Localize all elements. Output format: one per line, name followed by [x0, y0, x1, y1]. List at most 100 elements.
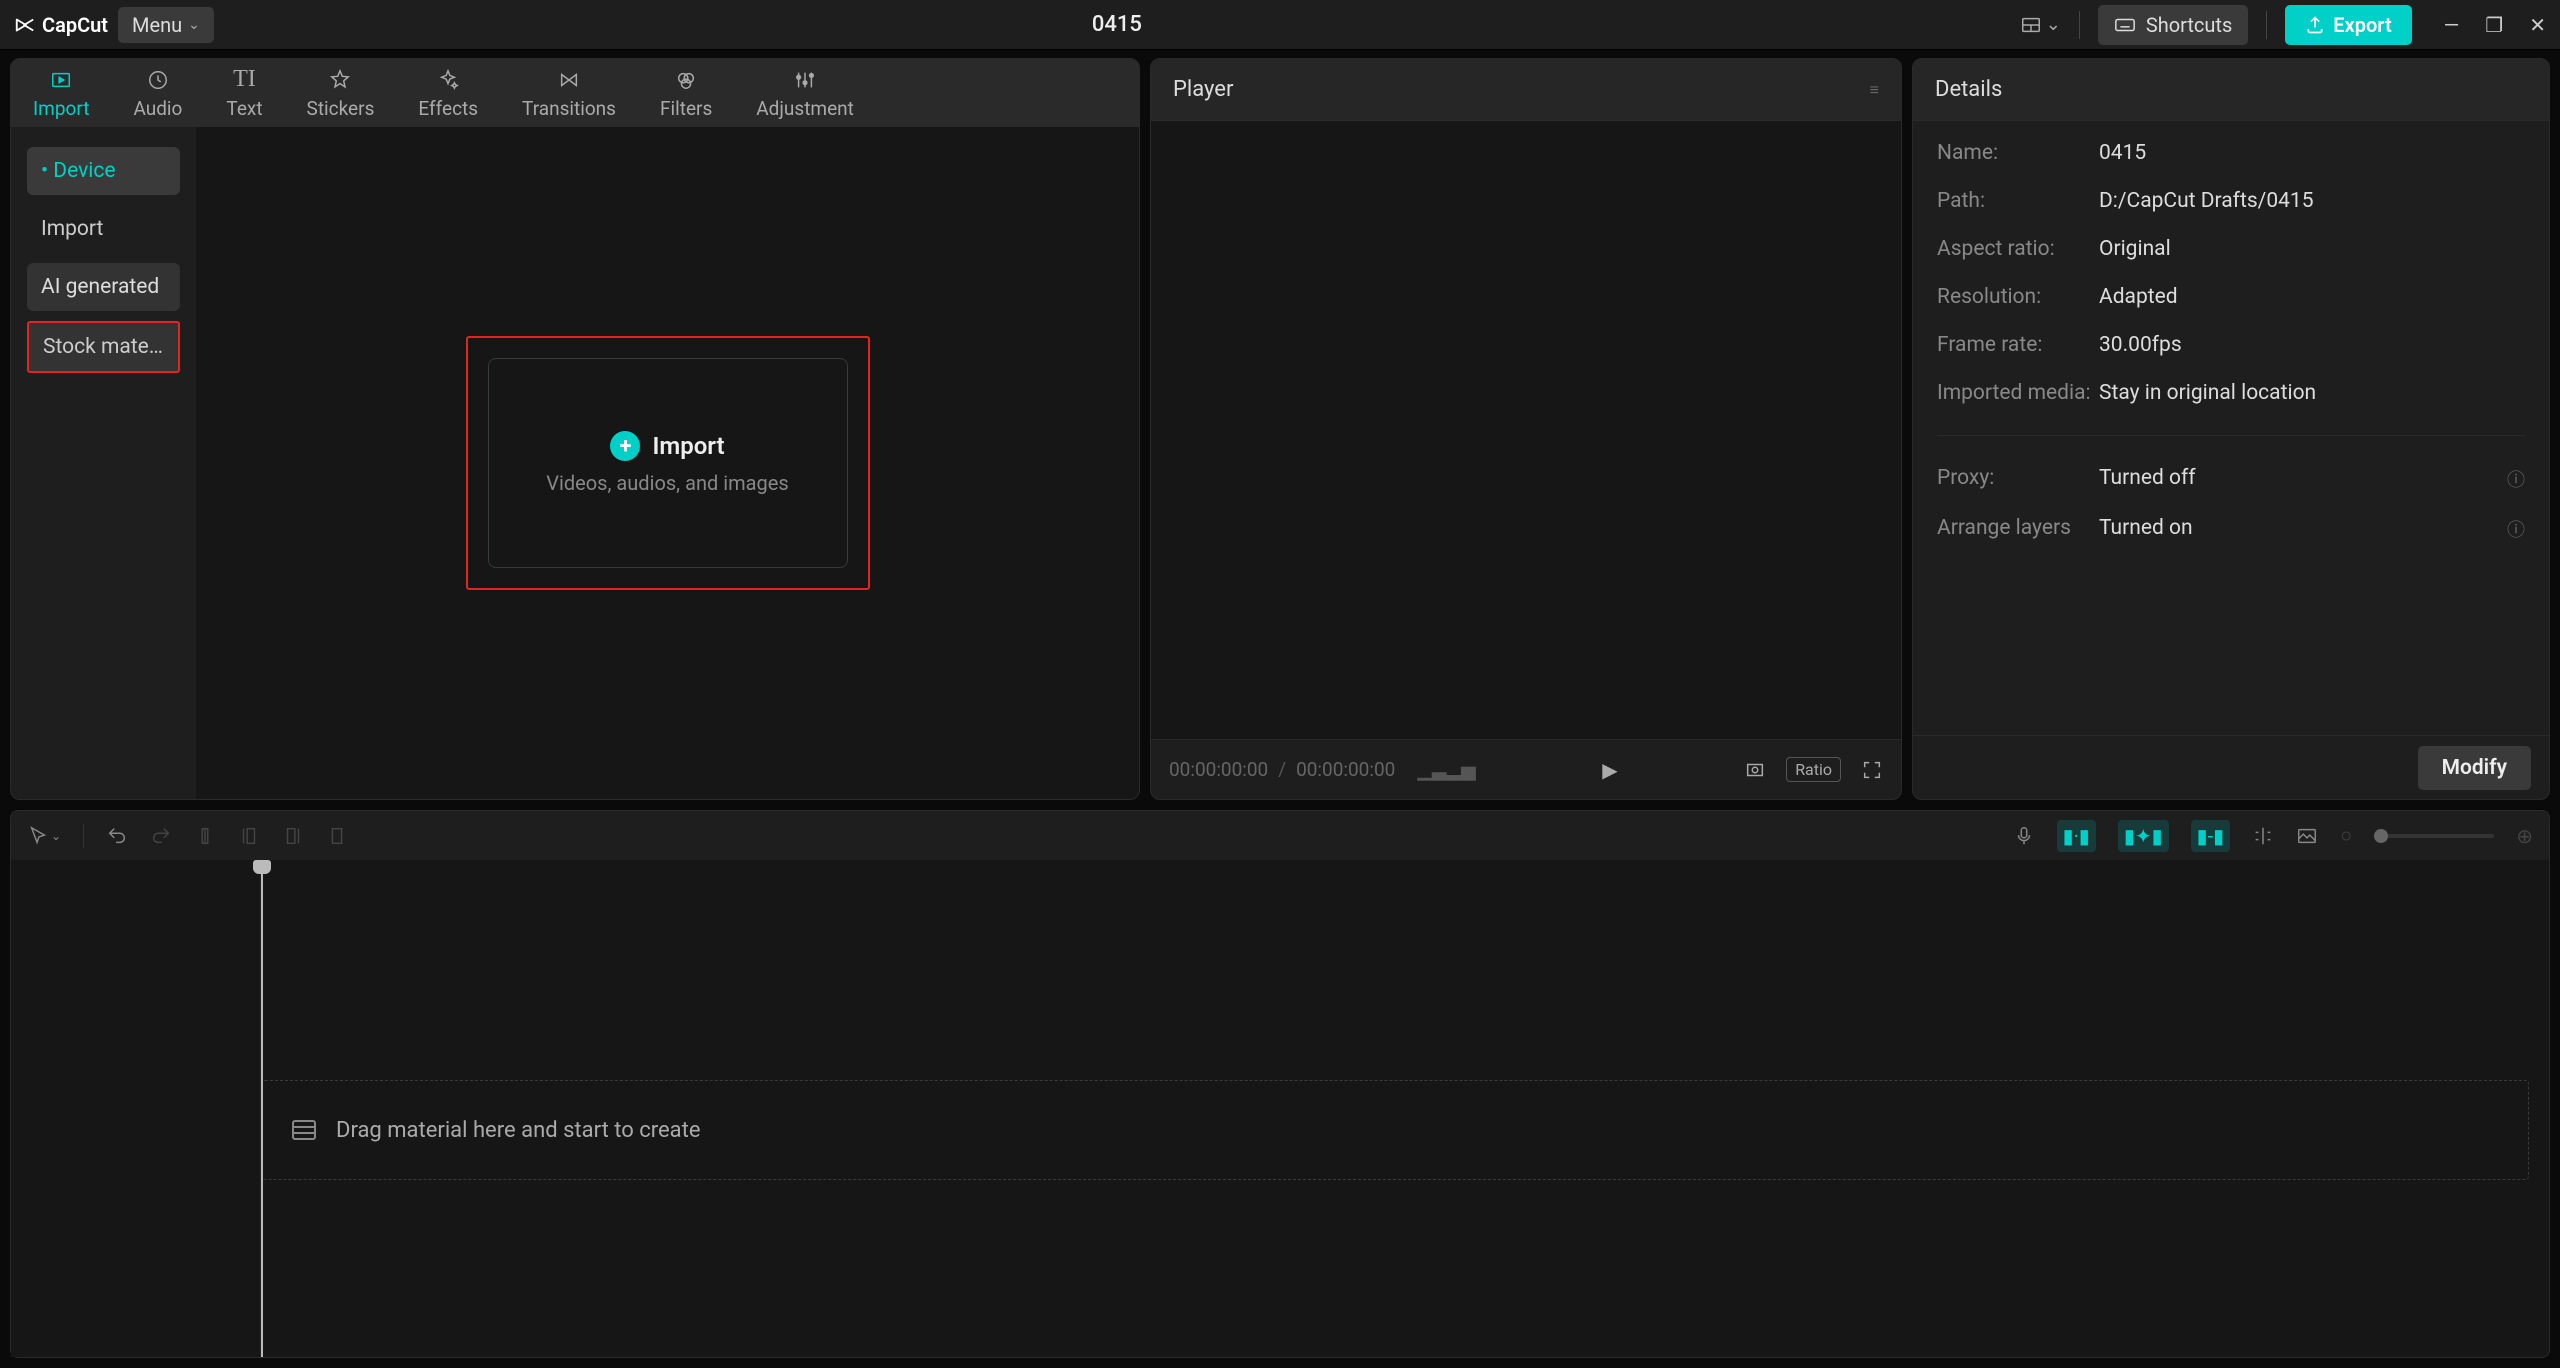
detail-label-aspect: Aspect ratio:: [1937, 237, 2099, 261]
drop-hint: Drag material here and start to create: [336, 1118, 701, 1143]
detail-value-layers: Turned on: [2099, 516, 2507, 542]
info-icon[interactable]: ⓘ: [2507, 466, 2525, 492]
tab-text[interactable]: TI Text: [204, 59, 284, 127]
filters-icon: [675, 69, 697, 91]
timeline[interactable]: Drag material here and start to create: [10, 860, 2550, 1358]
export-icon: [2305, 15, 2325, 35]
track-dropzone[interactable]: Drag material here and start to create: [261, 1080, 2529, 1180]
info-icon[interactable]: ⓘ: [2507, 516, 2525, 542]
main-track-magnet-button[interactable]: ▮·▮: [2057, 820, 2096, 852]
divider: [1937, 435, 2525, 436]
player-menu-icon[interactable]: ≡: [1870, 80, 1879, 100]
divider: [83, 824, 84, 848]
timecode-current: 00:00:00:00: [1169, 758, 1268, 781]
import-title: Import: [652, 432, 724, 460]
tab-import[interactable]: Import: [11, 59, 111, 127]
tab-label: Effects: [418, 97, 478, 120]
detail-value-imported: Stay in original location: [2099, 381, 2525, 405]
linkage-button[interactable]: ▮-▮: [2191, 820, 2231, 852]
close-button[interactable]: ✕: [2529, 13, 2546, 37]
redo-icon: [150, 825, 172, 847]
tab-effects[interactable]: Effects: [396, 59, 500, 127]
divider: [2266, 11, 2267, 39]
layout-dropdown[interactable]: ⌄: [2020, 14, 2061, 36]
capcut-icon: [14, 14, 36, 36]
playhead[interactable]: [261, 860, 263, 1357]
undo-button[interactable]: [106, 825, 128, 847]
slider-knob[interactable]: [2374, 829, 2388, 843]
split-button[interactable]: [194, 825, 216, 847]
zoom-slider[interactable]: [2374, 834, 2494, 838]
titlebar: CapCut Menu ⌄ 0415 ⌄ Shortcuts Export —: [0, 0, 2560, 50]
chevron-down-icon: ⌄: [2046, 14, 2061, 35]
player-title: Player: [1173, 77, 1233, 102]
tab-audio[interactable]: Audio: [111, 59, 204, 127]
sidebar-item-ai-generated[interactable]: AI generated: [27, 263, 180, 311]
delete-right-button[interactable]: [282, 825, 304, 847]
import-dropzone[interactable]: + Import Videos, audios, and images: [488, 358, 848, 568]
app-name: CapCut: [42, 13, 108, 37]
trim-right-icon: [282, 825, 304, 847]
transitions-icon: [558, 69, 580, 91]
tab-label: Transitions: [522, 97, 616, 120]
tab-filters[interactable]: Filters: [638, 59, 734, 127]
chevron-down-icon: ⌄: [188, 17, 200, 33]
media-panel: Import Audio TI Text Stickers Effects: [10, 58, 1140, 800]
fullscreen-button[interactable]: [1861, 759, 1883, 781]
levels-icon[interactable]: ▁▃▂▅: [1417, 758, 1475, 781]
divider: [2079, 11, 2080, 39]
layout-icon: [2020, 14, 2042, 36]
mic-icon: [2013, 825, 2035, 847]
modify-button[interactable]: Modify: [2418, 746, 2531, 790]
tab-adjustment[interactable]: Adjustment: [734, 59, 876, 127]
zoom-out-button[interactable]: ○: [2340, 823, 2352, 848]
project-title: 0415: [224, 12, 2010, 37]
fullscreen-icon: [1861, 759, 1883, 781]
cover-button[interactable]: [2296, 825, 2318, 847]
detail-label-layers: Arrange layers: [1937, 516, 2099, 542]
detail-value-proxy: Turned off: [2099, 466, 2507, 492]
minimize-button[interactable]: —: [2444, 13, 2460, 37]
adjustment-icon: [794, 69, 816, 91]
preview-axis-button[interactable]: [2252, 825, 2274, 847]
sidebar-item-device[interactable]: Device: [27, 147, 180, 195]
undo-icon: [106, 825, 128, 847]
tab-stickers[interactable]: Stickers: [285, 59, 397, 127]
zoom-in-button[interactable]: ⊕: [2516, 824, 2533, 848]
details-panel: Details Name:0415 Path:D:/CapCut Drafts/…: [1912, 58, 2550, 800]
mic-button[interactable]: [2013, 825, 2035, 847]
split-icon: [194, 825, 216, 847]
shortcuts-label: Shortcuts: [2146, 13, 2232, 37]
selection-tool[interactable]: ⌄: [27, 825, 61, 847]
play-button[interactable]: ▶: [1602, 758, 1617, 782]
delete-left-button[interactable]: [238, 825, 260, 847]
export-button[interactable]: Export: [2285, 5, 2411, 45]
details-title: Details: [1913, 59, 2549, 121]
import-subtitle: Videos, audios, and images: [546, 471, 788, 495]
tab-transitions[interactable]: Transitions: [500, 59, 638, 127]
snapshot-icon: [1744, 759, 1766, 781]
sidebar-item-stock-materials[interactable]: Stock mater...: [27, 321, 180, 373]
filmstrip-icon: [292, 1120, 316, 1140]
auto-snap-button[interactable]: ▮✦▮: [2118, 820, 2169, 852]
timecode-total: 00:00:00:00: [1296, 758, 1395, 781]
detail-label-framerate: Frame rate:: [1937, 333, 2099, 357]
player-viewport[interactable]: [1151, 121, 1901, 739]
media-tabs: Import Audio TI Text Stickers Effects: [11, 59, 1139, 127]
menu-label: Menu: [132, 13, 182, 37]
ratio-button[interactable]: Ratio: [1786, 757, 1841, 782]
sidebar-item-import[interactable]: Import: [27, 205, 180, 253]
detail-value-name: 0415: [2099, 141, 2525, 165]
snapshot-button[interactable]: [1744, 759, 1766, 781]
maximize-button[interactable]: ❐: [2485, 13, 2503, 37]
tab-label: Adjustment: [756, 97, 854, 120]
menu-button[interactable]: Menu ⌄: [118, 7, 214, 43]
shortcuts-button[interactable]: Shortcuts: [2098, 5, 2248, 45]
media-sidebar: Device Import AI generated Stock mater..…: [11, 127, 196, 799]
effects-icon: [437, 69, 459, 91]
delete-button[interactable]: [326, 825, 348, 847]
redo-button[interactable]: [150, 825, 172, 847]
tab-label: Audio: [133, 97, 182, 120]
keyboard-icon: [2114, 14, 2136, 36]
image-icon: [2296, 825, 2318, 847]
